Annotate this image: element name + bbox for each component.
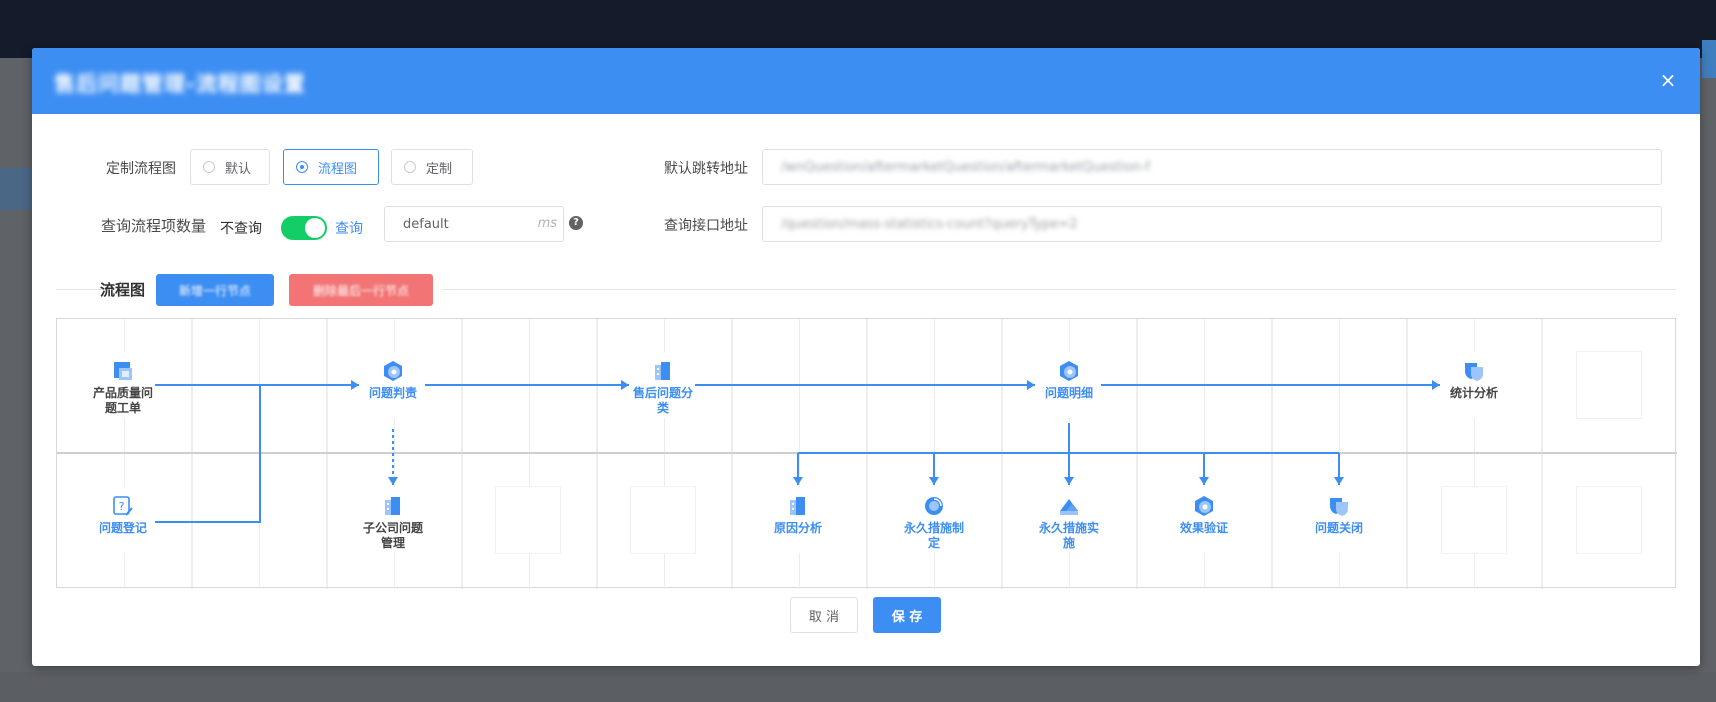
help-icon[interactable]: ? — [569, 216, 583, 230]
node-label: 问题明细 — [1044, 386, 1093, 400]
radio-flowchart[interactable]: 流程图 — [283, 149, 379, 185]
add-row-label: 新增一行节点 — [178, 283, 251, 298]
switch-off-text: 不查询 — [220, 221, 262, 237]
query-count-value: default — [403, 216, 449, 232]
flowchart-section-title: 流程图 — [100, 281, 146, 299]
radio-default[interactable]: 默认 — [190, 149, 270, 185]
radio-circle-icon — [404, 161, 416, 173]
delete-row-label: 删除最后一行节点 — [312, 283, 409, 298]
node-empty-slot[interactable] — [496, 487, 560, 553]
svg-text:?: ? — [119, 500, 125, 513]
building-icon — [385, 497, 400, 515]
node-product-quality-ticket[interactable]: 产品质量问题工单 — [91, 352, 155, 418]
default-jump-value: /wnQuestion/aftermarketQuestion/aftermar… — [781, 159, 1151, 175]
node-permanent-measure-plan[interactable]: 永久措施制定 — [902, 487, 966, 553]
delete-last-row-button[interactable]: 删除最后一行节点 — [289, 274, 433, 306]
node-label: 原因分析 — [773, 521, 822, 535]
node-subsidiary-issue-management[interactable]: 子公司问题管理 — [361, 487, 425, 553]
node-empty-slot[interactable] — [631, 487, 695, 553]
gear-icon — [1060, 361, 1078, 381]
default-jump-label: 默认跳转地址 — [664, 161, 748, 177]
node-effect-verification[interactable]: 效果验证 — [1172, 487, 1236, 553]
node-statistical-analysis[interactable]: 统计分析 — [1442, 352, 1506, 418]
node-label: 问题登记 — [98, 521, 147, 535]
default-jump-input[interactable]: /wnQuestion/aftermarketQuestion/aftermar… — [762, 149, 1662, 185]
node-label: 永久措施制定 — [903, 521, 964, 550]
arrow-head-icon — [1064, 477, 1074, 485]
shield-icon — [1465, 363, 1483, 381]
gear-icon — [384, 361, 402, 381]
node-empty-slot[interactable] — [1577, 352, 1641, 418]
arrow-head-icon — [929, 477, 939, 485]
background-right-accent — [1702, 40, 1716, 78]
radio-custom[interactable]: 定制 — [391, 149, 473, 185]
shield-icon — [1330, 498, 1348, 516]
node-label: 效果验证 — [1179, 521, 1228, 535]
building-icon — [655, 362, 670, 380]
flow-type-label: 定制流程图 — [106, 161, 176, 177]
dialog-title: 售后问题管理-流程图设置 — [54, 72, 306, 96]
node-issue-registration[interactable]: ? 问题登记 — [91, 487, 155, 553]
node-label: 子公司问题管理 — [362, 521, 423, 550]
arrow-head-icon — [388, 477, 398, 485]
background-bottom — [0, 672, 1716, 702]
mountain-icon — [1060, 499, 1078, 515]
radio-circle-icon — [203, 161, 215, 173]
arrow-head-icon — [621, 380, 629, 390]
arrow-head-icon — [1334, 477, 1344, 485]
radio-custom-label: 定制 — [426, 161, 453, 177]
radio-circle-icon — [296, 161, 308, 173]
building-icon — [790, 497, 805, 515]
arrow-head-icon — [793, 477, 803, 485]
node-responsibility-judgement[interactable]: 问题判责 — [361, 352, 425, 418]
section-divider-right — [442, 289, 1676, 290]
arrow-head-icon — [1027, 380, 1035, 390]
query-api-label: 查询接口地址 — [664, 218, 748, 234]
flowchart-canvas[interactable]: 产品质量问题工单 问题判责 售后问题分类 问题明细 统计分析 ? 问题登记 子公… — [56, 318, 1677, 589]
form-icon — [114, 362, 132, 380]
node-after-sales-classification[interactable]: 售后问题分类 — [631, 352, 695, 418]
node-empty-slot[interactable] — [1442, 487, 1506, 553]
node-issue-details[interactable]: 问题明细 — [1037, 352, 1101, 418]
node-cause-analysis[interactable]: 原因分析 — [766, 487, 830, 553]
node-permanent-measure-implementation[interactable]: 永久措施实施 — [1037, 487, 1101, 553]
switch-on-text: 查询 — [335, 221, 363, 237]
node-label: 统计分析 — [1449, 386, 1498, 400]
cancel-button[interactable]: 取 消 — [790, 597, 858, 633]
query-count-switch[interactable] — [281, 216, 327, 240]
flowchart-grid-lines — [57, 319, 1677, 589]
arrow-head-icon — [351, 380, 359, 390]
node-empty-slot[interactable] — [1577, 487, 1641, 553]
close-icon[interactable]: × — [1654, 66, 1682, 94]
query-api-input[interactable]: /question/mass-statistics-count?queryTyp… — [762, 206, 1662, 242]
ms-suffix: ms — [537, 216, 557, 231]
node-issue-closure[interactable]: 问题关闭 — [1307, 487, 1371, 553]
node-label: 售后问题分类 — [632, 386, 693, 415]
add-row-button[interactable]: 新增一行节点 — [156, 274, 274, 306]
dialog-header: 售后问题管理-流程图设置 × — [32, 48, 1700, 114]
question-icon: ? — [113, 496, 133, 516]
switch-knob — [305, 218, 325, 238]
radio-default-label: 默认 — [225, 161, 252, 177]
node-label: 永久措施实施 — [1038, 521, 1099, 550]
save-button[interactable]: 保 存 — [873, 597, 941, 633]
node-label: 产品质量问题工单 — [92, 386, 153, 415]
arrow-head-icon — [1199, 477, 1209, 485]
query-count-input[interactable]: default ms — [384, 206, 564, 242]
query-api-value: /question/mass-statistics-count?queryTyp… — [781, 216, 1078, 232]
flowchart-settings-dialog: 售后问题管理-流程图设置 × 定制流程图 默认 流程图 定制 默认跳转地址 /w… — [32, 48, 1700, 666]
node-label: 问题关闭 — [1314, 521, 1363, 535]
arrow-head-icon — [1432, 380, 1440, 390]
gear-icon — [1195, 496, 1213, 516]
refresh-icon — [925, 497, 943, 515]
radio-flowchart-label: 流程图 — [318, 161, 358, 177]
query-count-label: 查询流程项数量 — [100, 217, 206, 235]
node-label: 问题判责 — [368, 386, 417, 400]
